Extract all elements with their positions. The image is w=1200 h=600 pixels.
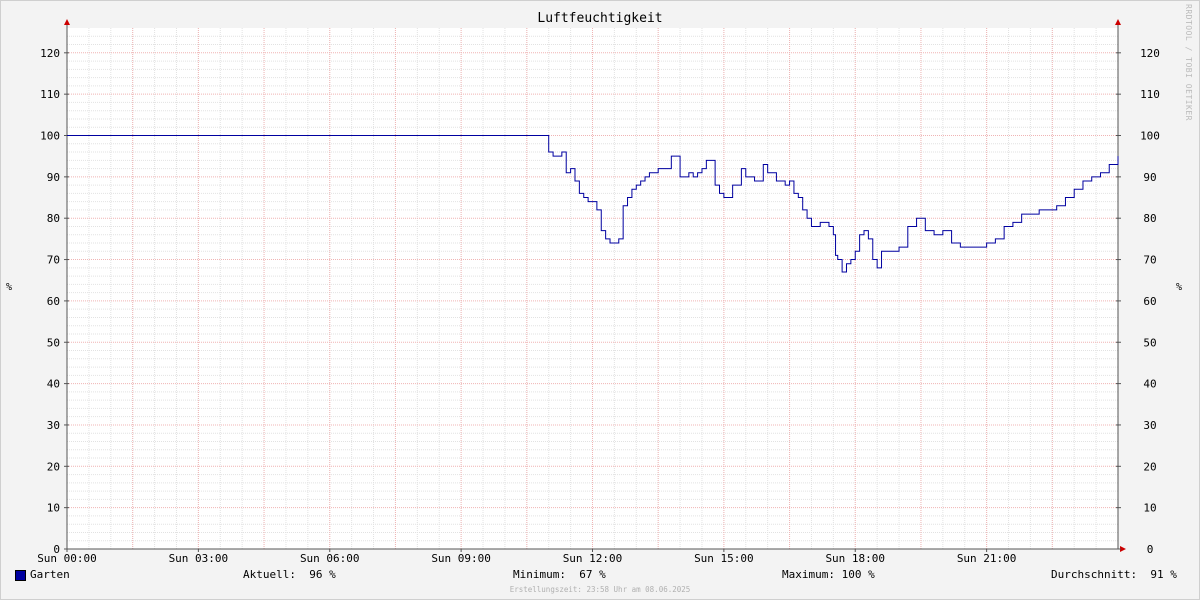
x-tick-label: Sun 18:00 bbox=[825, 552, 885, 565]
y-tick-label-right: 50 bbox=[1143, 336, 1156, 349]
y-tick-label-left: 60 bbox=[47, 295, 60, 308]
x-tick-label: Sun 00:00 bbox=[37, 552, 97, 565]
y-axis-arrow-right bbox=[1115, 19, 1121, 25]
y-tick-label-right: 0 bbox=[1147, 543, 1154, 556]
y-tick-label-right: 110 bbox=[1140, 88, 1160, 101]
y-tick-label-left: 20 bbox=[47, 460, 60, 473]
y-tick-label-left: 110 bbox=[40, 88, 60, 101]
y-tick-label-left: 80 bbox=[47, 212, 60, 225]
y-tick-label-left: 120 bbox=[40, 47, 60, 60]
legend-swatch bbox=[15, 570, 26, 581]
y-tick-label-right: 100 bbox=[1140, 130, 1160, 143]
x-tick-label: Sun 06:00 bbox=[300, 552, 360, 565]
x-tick-labels: Sun 00:00 Sun 03:00 Sun 06:00 Sun 09:00 Sun … bbox=[37, 549, 1016, 565]
x-tick-label: Sun 09:00 bbox=[431, 552, 491, 565]
y-tick-label-right: 80 bbox=[1143, 212, 1156, 225]
y-tick-label-right: 60 bbox=[1143, 295, 1156, 308]
y-tick-label-left: 10 bbox=[47, 502, 60, 515]
y-tick-label-right: 20 bbox=[1143, 460, 1156, 473]
x-tick-label: Sun 15:00 bbox=[694, 552, 754, 565]
y-tick-label-left: 100 bbox=[40, 130, 60, 143]
y-axis-unit-left: % bbox=[6, 282, 13, 293]
y-axis-arrow-left bbox=[64, 19, 70, 25]
humidity-chart: 0 010 1020 2030 3040 4050 5060 6070 7080 8090 9010… bbox=[37, 19, 1160, 565]
y-axis-unit-right: % bbox=[1176, 282, 1183, 293]
y-tick-label-left: 70 bbox=[47, 254, 60, 267]
x-tick-label: Sun 21:00 bbox=[957, 552, 1017, 565]
legend-minimum: Minimum: 67 % bbox=[513, 568, 606, 581]
y-tick-label-right: 30 bbox=[1143, 419, 1156, 432]
legend-maximum: Maximum: 100 % bbox=[782, 568, 875, 581]
y-tick-label-left: 40 bbox=[47, 378, 60, 391]
y-tick-label-left: 30 bbox=[47, 419, 60, 432]
y-tick-label-right: 70 bbox=[1143, 254, 1156, 267]
y-tick-label-left: 50 bbox=[47, 336, 60, 349]
y-tick-label-right: 40 bbox=[1143, 378, 1156, 391]
legend-current: Aktuell: 96 % bbox=[243, 568, 336, 581]
legend-average: Durchschnitt: 91 % bbox=[1051, 568, 1177, 581]
x-tick-label: Sun 03:00 bbox=[169, 552, 229, 565]
x-tick-label: Sun 12:00 bbox=[563, 552, 623, 565]
y-tick-label-left: 90 bbox=[47, 171, 60, 184]
legend-series-name: Garten bbox=[30, 568, 70, 581]
y-tick-label-right: 10 bbox=[1143, 502, 1156, 515]
y-tick-label-right: 90 bbox=[1143, 171, 1156, 184]
creation-time: Erstellungszeit: 23:58 Uhr am 08.06.2025 bbox=[509, 585, 691, 594]
y-tick-label-right: 120 bbox=[1140, 47, 1160, 60]
